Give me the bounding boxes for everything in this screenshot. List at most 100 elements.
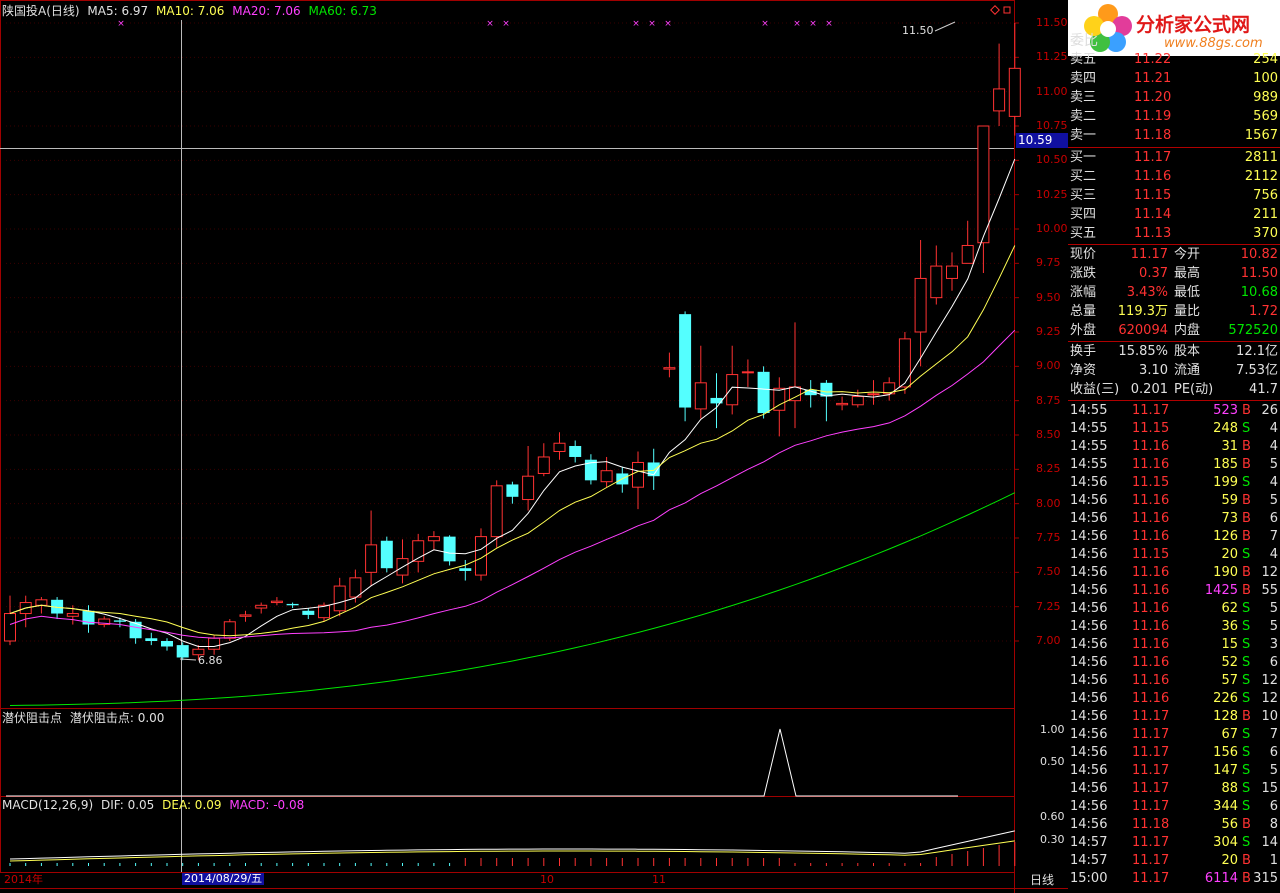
- tick-volume: 20: [1221, 853, 1238, 868]
- macd-axis-1: 0.60: [1040, 810, 1065, 823]
- tick-side: S: [1242, 619, 1251, 634]
- candle: [427, 531, 440, 551]
- price-axis-label: 9.50: [1036, 290, 1061, 304]
- candle-body: [365, 544, 378, 573]
- tick-price: 11.16: [1132, 601, 1170, 616]
- tick-side: B: [1242, 493, 1251, 508]
- candle-body: [569, 445, 582, 457]
- tick-row: 14:55 11.16 185 B 5: [1068, 456, 1280, 474]
- bid-volume: 756: [1253, 188, 1278, 203]
- bid-volume: 2112: [1244, 169, 1278, 184]
- stat-label: 今开: [1174, 247, 1201, 262]
- kline-chart-area[interactable]: × × × × × × × × × ×: [0, 0, 1068, 893]
- ask-volume: 989: [1253, 90, 1278, 105]
- price-axis-label: 8.50: [1036, 428, 1061, 441]
- ind1-header: 潜伏阻击点 潜伏阻击点: 0.00: [2, 711, 164, 725]
- stat-value: 0.37: [1139, 266, 1168, 281]
- tick-side: B: [1242, 853, 1251, 868]
- bid-row: 买三 11.15 756: [1068, 187, 1280, 205]
- tick-time: 14:56: [1070, 619, 1108, 634]
- tick-row: 14:55 11.16 31 B 4: [1068, 438, 1280, 456]
- candle: [412, 533, 425, 573]
- date-axis-start: 2014年: [4, 873, 43, 886]
- candle: [898, 332, 911, 394]
- tick-price: 11.17: [1132, 403, 1170, 418]
- stat-label: PE(动): [1174, 382, 1214, 397]
- stat-label: 股本: [1174, 344, 1201, 359]
- candle-body: [176, 645, 189, 658]
- tick-price: 11.17: [1132, 853, 1170, 868]
- candle: [176, 642, 189, 661]
- price-axis-label: 7.00: [1036, 634, 1061, 647]
- macd-axis-2: 0.30: [1040, 833, 1065, 846]
- tick-side: S: [1242, 727, 1251, 742]
- tick-volume: 190: [1213, 565, 1238, 580]
- tick-side: B: [1242, 457, 1251, 472]
- macd-dif: DIF: 0.05: [100, 798, 155, 812]
- tick-time: 14:57: [1070, 853, 1108, 868]
- tick-volume: 67: [1221, 727, 1238, 742]
- tick-volume: 56: [1221, 817, 1238, 832]
- price-axis-label: 10.25: [1036, 187, 1068, 201]
- candle-body: [145, 638, 158, 641]
- stat-label: 最低: [1174, 285, 1201, 300]
- tick-price: 11.16: [1132, 529, 1170, 544]
- tick-row: 14:56 11.18 56 B 8: [1068, 816, 1280, 834]
- tick-time: 14:56: [1070, 475, 1108, 490]
- ask-label: 卖二: [1070, 109, 1097, 124]
- candle-body: [490, 485, 503, 538]
- price-axis-label: 7.75: [1036, 531, 1061, 544]
- tick-price: 11.16: [1132, 565, 1170, 580]
- candle-body: [1008, 67, 1021, 117]
- tick-volume: 88: [1221, 781, 1238, 796]
- tick-row: 14:56 11.17 128 B 10: [1068, 708, 1280, 726]
- candle-body: [741, 371, 754, 374]
- stat-label: 涨跌: [1070, 266, 1097, 281]
- tick-side: B: [1242, 403, 1251, 418]
- candle: [19, 595, 32, 628]
- stat-row: 涨幅 3.43% 最低 10.68: [1068, 284, 1280, 302]
- candle: [98, 616, 111, 628]
- period-button[interactable]: 日线: [1030, 873, 1054, 887]
- tick-row: 14:56 11.17 156 S 6: [1068, 744, 1280, 762]
- ask-label: 卖四: [1070, 71, 1097, 86]
- candle: [475, 528, 487, 581]
- candle: [161, 638, 173, 651]
- candle: [663, 352, 676, 378]
- candle-body: [553, 442, 566, 452]
- candle: [569, 440, 582, 463]
- ask-price: 11.19: [1134, 109, 1172, 124]
- candlestick-series: [4, 21, 1021, 661]
- tick-time: 14:55: [1070, 457, 1108, 472]
- tick-count: 4: [1269, 439, 1278, 454]
- tick-volume: 344: [1213, 799, 1238, 814]
- candle: [632, 451, 644, 510]
- tick-volume: 126: [1213, 529, 1238, 544]
- tick-side: S: [1242, 691, 1251, 706]
- tick-row: 14:56 11.16 57 S 12: [1068, 672, 1280, 690]
- tick-side: S: [1242, 781, 1251, 796]
- tick-price: 11.16: [1132, 619, 1170, 634]
- panel-frame-0: [0, 0, 1015, 709]
- candle-body: [600, 470, 613, 483]
- candle: [1008, 23, 1021, 136]
- tick-price: 11.15: [1132, 547, 1170, 562]
- ma5-label: MA5: 6.97: [87, 4, 149, 18]
- tick-count: 10: [1261, 709, 1278, 724]
- bid-row: 买二 11.16 2112: [1068, 168, 1280, 186]
- candle-body: [129, 621, 142, 639]
- tick-volume: 36: [1221, 619, 1238, 634]
- tick-volume: 147: [1213, 763, 1238, 778]
- stat-value: 3.43%: [1126, 285, 1168, 300]
- tick-count: 26: [1261, 403, 1278, 418]
- candle-body: [286, 603, 299, 606]
- tick-side: S: [1242, 763, 1251, 778]
- tick-price: 11.16: [1132, 655, 1170, 670]
- tick-count: 12: [1261, 565, 1278, 580]
- candle: [506, 481, 519, 504]
- candle: [443, 535, 456, 566]
- price-axis-label: 9.25: [1036, 325, 1061, 338]
- ask-price: 11.18: [1134, 128, 1172, 143]
- stat-value: 10.68: [1240, 285, 1278, 300]
- tick-row: 14:56 11.17 67 S 7: [1068, 726, 1280, 744]
